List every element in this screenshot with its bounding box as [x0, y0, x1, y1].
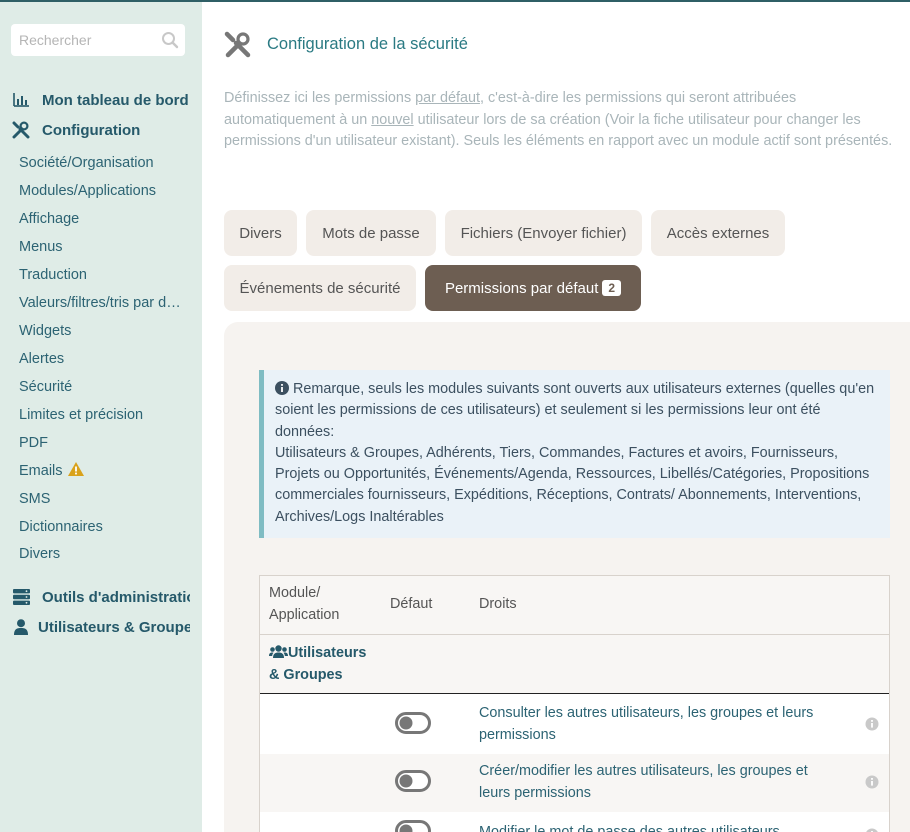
nav-configuration-label: Configuration	[42, 121, 141, 139]
tab-divers[interactable]: Divers	[224, 210, 297, 256]
tab-mots-de-passe[interactable]: Mots de passe	[306, 210, 436, 256]
nav-dashboard-label: Mon tableau de bord	[42, 91, 189, 109]
info-icon[interactable]	[865, 775, 879, 789]
permission-text: Créer/modifier les autres utilisateurs, …	[479, 763, 808, 801]
table-header: Module/ Application Défaut Droits	[260, 576, 889, 635]
sidebar-item-limites[interactable]: Limites et précision	[19, 405, 187, 425]
nav-admin-tools[interactable]: Outils d'administration	[12, 586, 190, 608]
search-box	[11, 24, 185, 56]
permissions-table: Module/ Application Défaut Droits Utilis…	[259, 575, 890, 832]
sidebar-item-sms[interactable]: SMS	[19, 489, 187, 509]
warning-icon	[67, 462, 84, 476]
tab-permissions-par-defaut[interactable]: Permissions par défaut 2	[425, 265, 641, 311]
nav-users-groups[interactable]: Utilisateurs & Groupes	[12, 616, 190, 638]
sidebar-item-societe[interactable]: Société/Organisation	[19, 153, 187, 173]
tab-permissions-label: Permissions par défaut	[444, 279, 599, 297]
info-icon[interactable]	[865, 828, 879, 832]
users-icon	[269, 645, 288, 658]
info-icon	[275, 381, 289, 395]
col-default: Défaut	[390, 596, 433, 612]
sidebar-item-menus[interactable]: Menus	[19, 237, 187, 257]
info-icon[interactable]	[865, 717, 879, 731]
page-title: Configuration de la sécurité	[267, 35, 468, 53]
sidebar-item-widgets[interactable]: Widgets	[19, 321, 187, 341]
col-rights: Droits	[479, 596, 517, 612]
nav-configuration[interactable]: Configuration	[12, 119, 190, 141]
col-module: Module/ Application	[269, 585, 340, 623]
nav-admin-tools-label: Outils d'administration	[42, 588, 190, 606]
sidebar-item-dictionnaires[interactable]: Dictionnaires	[19, 517, 187, 537]
group-label: Utilisateurs & Groupes	[269, 645, 367, 683]
sidebar-item-affichage[interactable]: Affichage	[19, 209, 187, 229]
sidebar-item-traduction[interactable]: Traduction	[19, 265, 187, 285]
sidebar-item-modules[interactable]: Modules/Applications	[19, 181, 187, 201]
nav-users-groups-label: Utilisateurs & Groupes	[38, 618, 190, 636]
sidebar-item-valeurs[interactable]: Valeurs/filtres/tris par défaut	[19, 293, 187, 313]
sidebar-item-alertes[interactable]: Alertes	[19, 349, 187, 369]
info-note: Remarque, seuls les modules suivants son…	[259, 370, 890, 538]
content-panel: Remarque, seuls les modules suivants son…	[224, 322, 910, 832]
user-icon	[12, 618, 30, 636]
server-icon	[12, 588, 30, 606]
toggle-off-icon[interactable]	[395, 712, 431, 734]
tools-icon	[12, 121, 30, 139]
permission-text: Consulter les autres utilisateurs, les g…	[479, 705, 814, 743]
search-icon[interactable]	[161, 31, 179, 49]
chart-icon	[12, 91, 30, 109]
note-modules: Utilisateurs & Groupes, Adhérents, Tiers…	[275, 444, 870, 525]
sidebar-item-emails[interactable]: Emails	[19, 461, 187, 481]
sidebar-item-pdf[interactable]: PDF	[19, 433, 187, 453]
sidebar: Mon tableau de bord Configuration Sociét…	[0, 2, 202, 832]
tab-acces-externes[interactable]: Accès externes	[651, 210, 785, 256]
permission-text: Modifier le mot de passe des autres util…	[479, 824, 780, 832]
table-row: Modifier le mot de passe des autres util…	[260, 812, 889, 832]
sidebar-item-divers[interactable]: Divers	[19, 544, 187, 564]
table-row: Consulter les autres utilisateurs, les g…	[260, 696, 889, 754]
search-input[interactable]	[11, 24, 156, 56]
group-row: Utilisateurs & Groupes	[260, 635, 889, 694]
sidebar-item-emails-label: Emails	[19, 463, 63, 479]
toggle-off-icon[interactable]	[395, 770, 431, 792]
count-badge: 2	[602, 280, 622, 296]
sidebar-item-securite[interactable]: Sécurité	[19, 377, 187, 397]
tab-evenements-securite[interactable]: Événements de sécurité	[224, 265, 416, 311]
tools-icon	[224, 31, 251, 58]
table-row: Créer/modifier les autres utilisateurs, …	[260, 754, 889, 812]
note-text: Remarque, seuls les modules suivants son…	[275, 381, 875, 440]
main-content: Configuration de la sécurité Définissez …	[202, 2, 910, 832]
nav-dashboard[interactable]: Mon tableau de bord	[12, 89, 190, 111]
toggle-off-icon[interactable]	[395, 820, 431, 832]
tab-fichiers[interactable]: Fichiers (Envoyer fichier)	[445, 210, 642, 256]
intro-text: Définissez ici les permissions par défau…	[224, 90, 893, 149]
